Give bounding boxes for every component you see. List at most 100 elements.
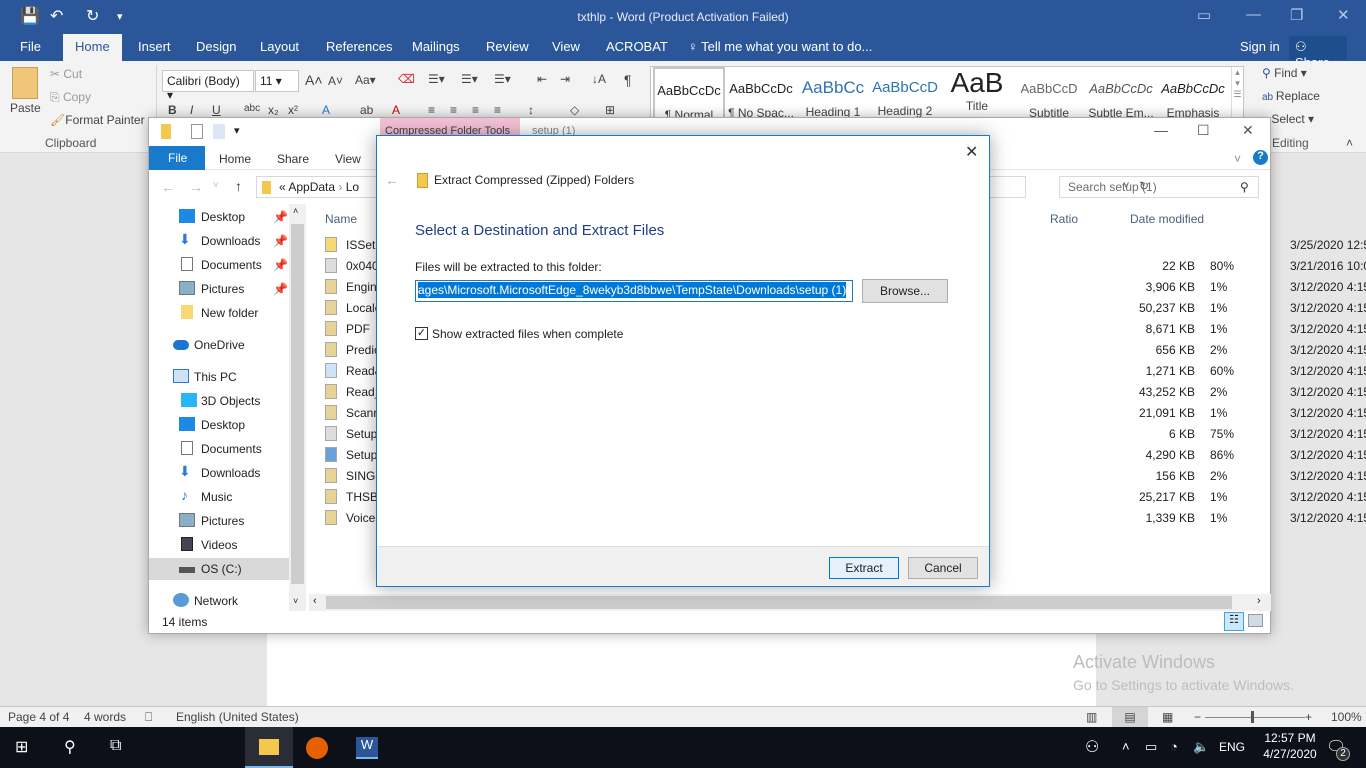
explorer-close-icon[interactable]: ✕ (1242, 122, 1254, 139)
task-view-icon[interactable]: ⧉ (110, 737, 121, 755)
destination-path-input[interactable]: ages\Microsoft.MicrosoftEdge_8wekyb3d8bb… (415, 280, 853, 302)
show-files-checkbox[interactable]: ✓ (415, 327, 428, 340)
column-header-name[interactable]: Name (325, 212, 357, 226)
tab-acrobat[interactable]: ACROBAT (606, 39, 668, 54)
nav-item-this-pc[interactable]: This PC (149, 366, 289, 388)
align-center-icon[interactable]: ≡ (450, 103, 457, 117)
tab-layout[interactable]: Layout (260, 39, 299, 54)
highlight-icon[interactable]: ab (360, 103, 373, 117)
recent-locations-icon[interactable]: ˅ (213, 180, 219, 191)
increase-indent-icon[interactable]: ⇥ (560, 72, 570, 86)
breadcrumb-local[interactable]: Lo (346, 180, 359, 194)
tell-me-search[interactable]: ♀ Tell me what you want to do... (688, 39, 872, 54)
scroll-down-icon[interactable]: ˅ (293, 596, 298, 606)
zoom-out-button[interactable]: − (1194, 710, 1201, 724)
windows-start-icon[interactable]: ⊞ (15, 737, 28, 757)
up-icon[interactable]: ↑ (235, 178, 242, 194)
taskbar-file-explorer[interactable] (245, 727, 293, 768)
ribbon-display-icon[interactable]: ▭ (1197, 6, 1211, 24)
sort-icon[interactable]: ↓A (592, 72, 606, 86)
new-folder-icon[interactable] (213, 124, 225, 139)
scroll-left-icon[interactable]: ‹ (313, 595, 317, 607)
cut-button[interactable]: ✂ Cut (50, 67, 82, 81)
tab-references[interactable]: References (326, 39, 392, 54)
column-header-ratio[interactable]: Ratio (1050, 212, 1078, 226)
tab-view[interactable]: View (552, 39, 580, 54)
firefox-icon[interactable] (306, 737, 328, 759)
nav-item-pictures[interactable]: Pictures (149, 510, 289, 532)
clear-format-icon[interactable]: ⌫ (398, 72, 415, 86)
extract-button[interactable]: Extract (829, 557, 899, 579)
strikethrough-icon[interactable]: abc (244, 103, 260, 114)
subscript-icon[interactable]: x₂ (268, 103, 279, 117)
cancel-button[interactable]: Cancel (908, 557, 978, 579)
nav-scrollbar-thumb[interactable] (291, 224, 304, 584)
people-icon[interactable]: ⚇ (1085, 737, 1099, 757)
hidden-icons-chevron[interactable]: ˄ (1122, 739, 1130, 754)
browse-button[interactable]: Browse... (862, 279, 948, 303)
nav-item-documents-quick[interactable]: Documents 📌 (149, 254, 289, 276)
nav-pane-scrollbar[interactable]: ˄ ˅ (289, 204, 306, 611)
large-icons-view-icon[interactable] (1248, 614, 1263, 627)
nav-item-pictures-quick[interactable]: Pictures 📌 (149, 278, 289, 300)
zoom-level[interactable]: 100% (1331, 710, 1362, 724)
volume-icon[interactable]: 🔈 (1193, 739, 1209, 755)
language-indicator[interactable]: English (United States) (176, 710, 299, 724)
nav-item-downloads[interactable]: ⬇ Downloads (149, 462, 289, 484)
justify-icon[interactable]: ≡ (494, 103, 501, 117)
horizontal-scrollbar-thumb[interactable] (326, 596, 1232, 609)
tab-review[interactable]: Review (486, 39, 529, 54)
replace-button[interactable]: ab Replace (1262, 89, 1320, 103)
bold-icon[interactable]: B (168, 103, 177, 117)
paste-button[interactable]: Paste (10, 101, 41, 115)
bullets-icon[interactable]: ☰▾ (428, 72, 445, 86)
nav-item-desktop-quick[interactable]: Desktop 📌 (149, 206, 289, 228)
proofing-icon[interactable]: ⎕ (145, 710, 152, 725)
nav-item-videos[interactable]: Videos (149, 534, 289, 556)
tab-insert[interactable]: Insert (138, 39, 171, 54)
decrease-indent-icon[interactable]: ⇤ (537, 72, 547, 86)
multilevel-list-icon[interactable]: ☰▾ (494, 72, 511, 86)
zoom-slider-thumb[interactable] (1251, 711, 1254, 723)
align-left-icon[interactable]: ≡ (428, 103, 435, 117)
grow-font-icon[interactable]: A˄ (305, 72, 323, 88)
superscript-icon[interactable]: x² (288, 103, 298, 117)
nav-item-desktop[interactable]: Desktop (149, 414, 289, 436)
nav-item-new-folder[interactable]: New folder (149, 302, 289, 324)
close-icon[interactable]: ✕ (1337, 6, 1350, 24)
tab-mailings[interactable]: Mailings (412, 39, 460, 54)
nav-item-onedrive[interactable]: OneDrive (149, 334, 289, 356)
share-button[interactable]: ⚇ Share (1289, 36, 1347, 70)
change-case-icon[interactable]: Aa▾ (355, 73, 376, 87)
numbering-icon[interactable]: ☰▾ (461, 72, 478, 86)
borders-icon[interactable]: ⊞ (605, 103, 615, 117)
tab-file[interactable]: File (20, 39, 41, 54)
dialog-back-icon[interactable]: ← (385, 172, 399, 188)
language-tray[interactable]: ENG (1219, 740, 1245, 754)
minimize-icon[interactable]: — (1246, 6, 1261, 23)
font-color-icon[interactable]: A (392, 103, 400, 117)
page-indicator[interactable]: Page 4 of 4 (8, 710, 69, 724)
clock[interactable]: 12:57 PM 4/27/2020 (1260, 731, 1320, 761)
breadcrumb-appdata[interactable]: AppData (288, 180, 335, 194)
scroll-right-icon[interactable]: › (1257, 595, 1261, 607)
expand-ribbon-icon[interactable]: ˅ (1234, 152, 1241, 166)
battery-icon[interactable]: ▭ (1145, 739, 1157, 755)
zoom-in-button[interactable]: + (1305, 710, 1312, 724)
explorer-tab-view[interactable]: View (335, 152, 361, 166)
align-right-icon[interactable]: ≡ (472, 103, 479, 117)
shrink-font-icon[interactable]: A˅ (328, 74, 343, 88)
forward-icon[interactable]: → (189, 179, 203, 195)
explorer-maximize-icon[interactable]: ☐ (1197, 122, 1210, 139)
word-count[interactable]: 4 words (84, 710, 126, 724)
nav-item-downloads-quick[interactable]: ⬇ Downloads 📌 (149, 230, 289, 252)
read-mode-icon[interactable]: ▥ (1086, 710, 1097, 724)
column-header-date[interactable]: Date modified (1130, 212, 1204, 226)
italic-icon[interactable]: I (190, 103, 193, 117)
line-spacing-icon[interactable]: ↕ (528, 103, 534, 117)
scroll-up-icon[interactable]: ˄ (293, 206, 298, 216)
explorer-tab-file[interactable]: File (149, 146, 205, 170)
print-layout-icon[interactable]: ▤ (1112, 707, 1148, 727)
back-icon[interactable]: ← (161, 179, 175, 195)
dialog-close-icon[interactable]: ✕ (965, 142, 978, 162)
